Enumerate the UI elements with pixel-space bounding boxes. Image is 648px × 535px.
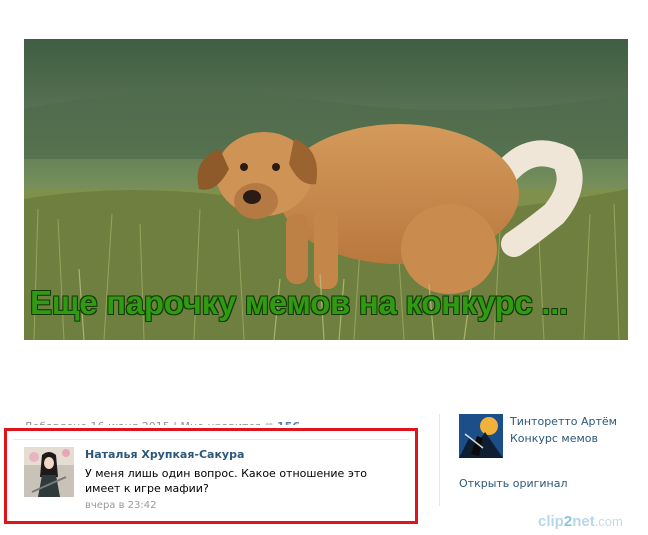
highlighted-comment: Наталья Хрупкая-Сакура У меня лишь один …: [4, 428, 418, 524]
game-character-avatar-image: [459, 414, 503, 458]
column-divider: [439, 414, 440, 506]
post-image[interactable]: Еще парочку мемов на конкурс ...: [24, 39, 628, 340]
watermark-part-com: .com: [594, 514, 623, 529]
comment-timestamp[interactable]: вчера в 23:42: [85, 500, 157, 511]
anime-girl-avatar-image: [24, 447, 74, 497]
original-author-link[interactable]: Тинторетто Артём: [510, 415, 617, 428]
comment-divider: [13, 439, 409, 440]
watermark-part-2: 2: [563, 513, 573, 530]
comment-author-link[interactable]: Наталья Хрупкая-Сакура: [85, 448, 244, 461]
open-original-link[interactable]: Открыть оригинал: [459, 477, 568, 490]
original-author-avatar[interactable]: [459, 414, 503, 458]
watermark-part-clip: clip: [538, 513, 564, 530]
comment-text: У меня лишь один вопрос. Какое отношение…: [85, 467, 367, 495]
commenter-avatar[interactable]: [24, 447, 74, 497]
original-group-link[interactable]: Конкурс мемов: [510, 432, 598, 445]
meme-caption: Еще парочку мемов на конкурс ...: [30, 284, 568, 321]
watermark-part-net: net: [572, 513, 595, 530]
clip2net-watermark: clip2net.com: [538, 513, 623, 530]
